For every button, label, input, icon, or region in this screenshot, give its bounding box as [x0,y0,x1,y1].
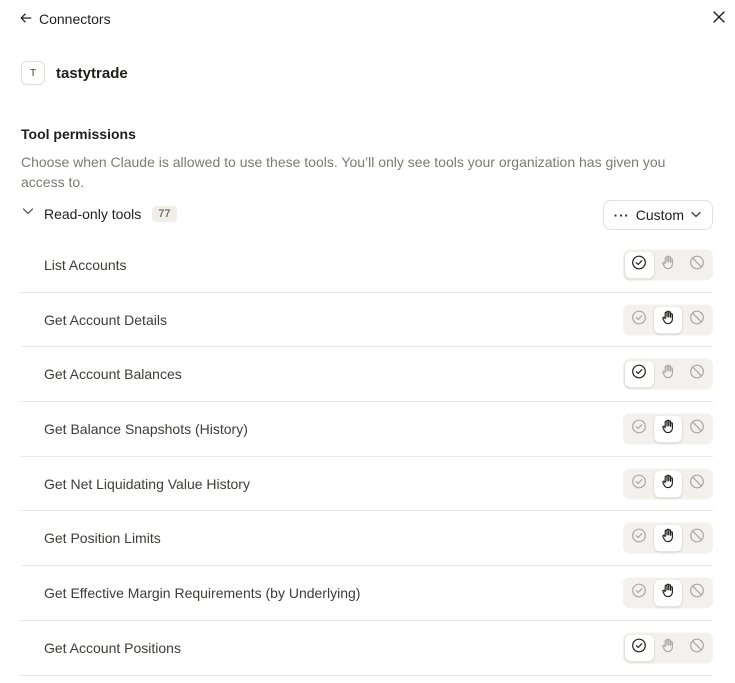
always-allow-button[interactable] [625,251,654,279]
hand-icon [660,637,676,658]
close-button[interactable] [710,10,728,28]
tool-row: Get Net Liquidating Value History [21,457,713,512]
block-icon [689,254,705,275]
check-circle-icon [631,637,647,658]
tool-row: Get Account Balances [21,347,713,403]
block-button[interactable] [682,306,711,333]
needs-approval-button[interactable] [653,470,683,498]
block-icon [689,582,705,603]
tool-name: Get Account Balances [44,366,182,383]
check-circle-icon [631,473,647,494]
permission-mode-dropdown[interactable]: ··· Custom [602,200,713,230]
tool-name: List Accounts [44,256,127,273]
top-bar: Connectors [0,0,735,40]
needs-approval-button[interactable] [653,415,683,443]
permission-selector [623,577,713,609]
tool-name: Get Effective Margin Requirements (by Un… [44,584,361,601]
always-allow-button[interactable] [625,470,654,497]
back-button[interactable]: Connectors [19,9,111,29]
group-toggle[interactable]: Read-only tools 77 [21,204,177,223]
needs-approval-button[interactable] [653,524,683,552]
always-allow-button[interactable] [625,634,654,662]
app-logo: T [21,61,45,85]
section-title: Tool permissions [21,126,136,142]
more-dots-icon: ··· [613,207,630,223]
chevron-down-icon [21,204,35,223]
tool-row: Get Effective Margin Requirements (by Un… [21,566,713,621]
needs-approval-button[interactable] [654,361,683,388]
tool-name: Get Net Liquidating Value History [44,475,250,492]
permission-selector [623,632,713,664]
tool-row: Get Balance Snapshots (History) [21,402,713,457]
hand-icon [660,528,676,549]
tool-name: Get Balance Snapshots (History) [44,420,248,437]
tool-list: List Accounts Get Account Details Get Ac… [21,238,713,676]
needs-approval-button[interactable] [653,306,683,334]
app-name: tastytrade [56,64,128,82]
block-icon [689,637,705,658]
arrow-left-icon [19,11,33,28]
permission-selector [623,304,713,336]
check-circle-icon [631,582,647,603]
needs-approval-button[interactable] [653,579,683,607]
chevron-down-icon [690,207,702,223]
close-icon [713,10,725,28]
permission-selector [623,413,713,445]
permission-mode-label: Custom [635,207,684,223]
always-allow-button[interactable] [625,579,654,606]
block-icon [689,418,705,439]
group-count-badge: 77 [152,205,177,222]
check-circle-icon [631,418,647,439]
tool-group-header: Read-only tools 77 ··· Custom [21,200,713,230]
check-circle-icon [631,309,647,330]
always-allow-button[interactable] [625,306,654,333]
tool-row: Get Account Details [21,293,713,348]
tool-name: Get Position Limits [44,530,161,547]
hand-icon [660,254,676,275]
block-icon [689,473,705,494]
needs-approval-button[interactable] [654,634,683,661]
permission-selector [623,249,713,281]
block-button[interactable] [682,470,711,497]
check-circle-icon [631,528,647,549]
block-button[interactable] [682,634,711,661]
needs-approval-button[interactable] [654,251,683,278]
tool-row: Get Position Limits [21,511,713,567]
block-button[interactable] [682,361,711,388]
section-description: Choose when Claude is allowed to use the… [21,154,666,190]
hand-icon [660,309,676,330]
always-allow-button[interactable] [625,525,654,552]
block-button[interactable] [682,251,711,278]
app-header: T tastytrade [21,61,128,85]
always-allow-button[interactable] [625,415,654,442]
tool-name: Get Account Details [44,311,167,328]
group-label: Read-only tools [44,205,142,222]
tool-name: Get Account Positions [44,639,181,656]
block-button[interactable] [682,415,711,442]
block-icon [689,309,705,330]
block-button[interactable] [682,525,711,552]
block-icon [689,364,705,385]
permission-selector [623,468,713,500]
check-circle-icon [631,364,647,385]
hand-icon [660,364,676,385]
block-icon [689,528,705,549]
tool-row: Get Account Positions [21,621,713,676]
permission-selector [623,522,713,554]
hand-icon [660,473,676,494]
hand-icon [660,418,676,439]
permission-selector [623,358,713,390]
check-circle-icon [631,254,647,275]
back-label: Connectors [39,11,111,27]
hand-icon [660,582,676,603]
always-allow-button[interactable] [625,360,654,388]
tool-row: List Accounts [21,238,713,293]
block-button[interactable] [682,579,711,606]
